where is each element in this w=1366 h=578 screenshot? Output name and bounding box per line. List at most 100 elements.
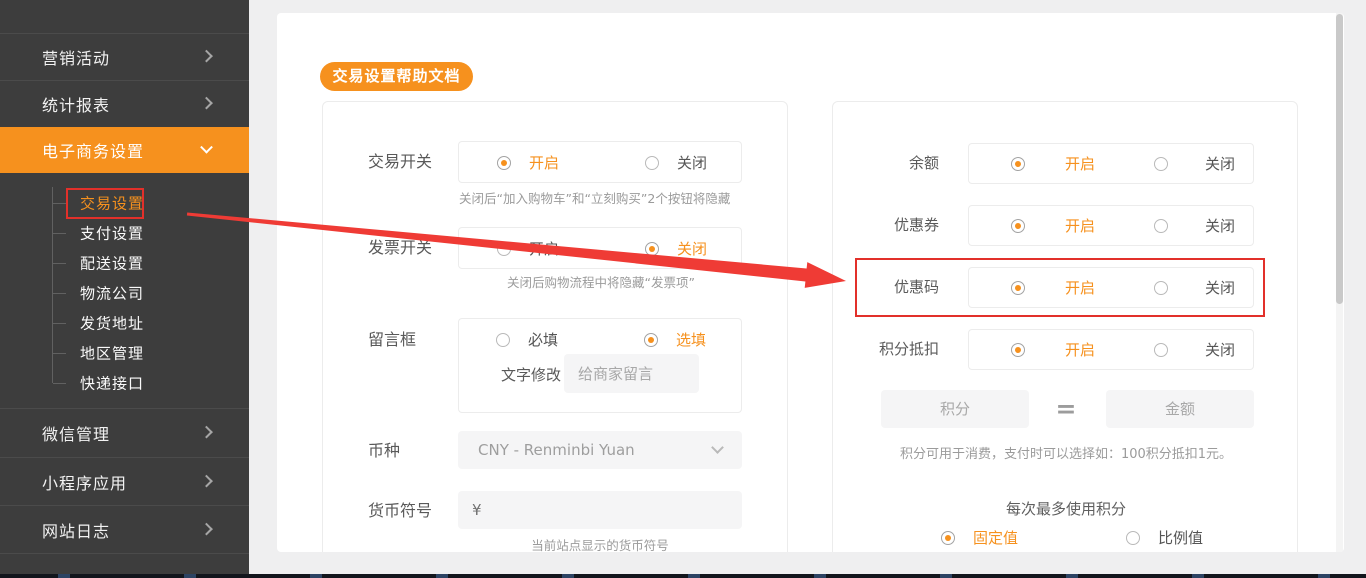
balance-group: 开启 关闭 [968,143,1254,184]
sidebar: 营销活动 统计报表 电子商务设置 交易设置 支付设置 配送设置 物流公司 发货地… [0,0,249,574]
sidebar-subitem-shipping-address[interactable]: 发货地址 [0,308,249,338]
invoice-switch-off-radio[interactable] [645,242,659,256]
subitem-label: 快递接口 [80,374,145,393]
chevron-down-icon [711,441,724,454]
subitem-label: 支付设置 [80,224,145,243]
sidebar-subitem-region-management[interactable]: 地区管理 [0,338,249,368]
sidebar-item-label: 网站日志 [42,521,111,541]
message-required-radio[interactable] [496,333,510,347]
points-on-label[interactable]: 开启 [1065,340,1095,360]
coupon-on-radio[interactable] [1011,219,1025,233]
balance-off-radio[interactable] [1154,157,1168,171]
points-deduction-label: 积分抵扣 [878,340,939,358]
currency-select[interactable]: CNY - Renminbi Yuan [458,431,742,469]
coupon-code-off-label[interactable]: 关闭 [1205,278,1235,298]
trade-switch-group: 开启 关闭 [458,141,742,183]
max-points-fixed-label[interactable]: 固定值 [973,528,1018,548]
main-content-card: 交易设置帮助文档 交易开关 开启 关闭 关闭后“加入购物车”和“立刻购买”2个按… [277,13,1344,552]
message-edit-input[interactable] [564,354,699,393]
subitem-label: 交易设置 [80,194,145,213]
subitem-label: 配送设置 [80,254,145,273]
balance-on-radio[interactable] [1011,157,1025,171]
max-points-title: 每次最多使用积分 [1005,500,1126,518]
sidebar-subitem-delivery-settings[interactable]: 配送设置 [0,248,249,278]
max-points-ratio-label[interactable]: 比例值 [1158,528,1203,548]
message-optional-label[interactable]: 选填 [676,330,706,350]
trade-switch-on-radio[interactable] [497,156,511,170]
subitem-label: 物流公司 [80,284,145,303]
points-on-radio[interactable] [1011,343,1025,357]
sidebar-item-label: 电子商务设置 [42,142,145,161]
trade-settings-panel: 交易开关 开启 关闭 关闭后“加入购物车”和“立刻购买”2个按钮将隐藏 发票开关… [322,101,788,552]
trade-switch-off-radio[interactable] [645,156,659,170]
currency-symbol-label: 货币符号 [368,501,433,520]
currency-symbol-input[interactable] [458,491,742,529]
currency-select-value: CNY - Renminbi Yuan [478,441,635,459]
balance-on-label[interactable]: 开启 [1065,154,1095,174]
sidebar-bottom-cut-row [0,553,249,574]
points-exchange-hint: 积分可用于消费，支付时可以选择如：100积分抵扣1元。 [899,447,1233,462]
coupon-code-on-radio[interactable] [1011,281,1025,295]
invoice-switch-label: 发票开关 [368,238,433,257]
coupon-code-group: 开启 关闭 [968,267,1254,308]
sidebar-subitem-trade-settings[interactable]: 交易设置 [0,188,249,218]
amount-input[interactable] [1106,390,1254,428]
subitem-label: 发货地址 [80,314,145,333]
balance-off-label[interactable]: 关闭 [1205,154,1235,174]
coupon-code-on-label[interactable]: 开启 [1065,278,1095,298]
message-optional-radio[interactable] [644,333,658,347]
sidebar-item-label: 营销活动 [42,49,111,68]
sidebar-item-label: 微信管理 [42,425,111,444]
message-box-label: 留言框 [368,330,417,349]
sidebar-item-label: 小程序应用 [42,473,128,493]
sidebar-item-marketing[interactable]: 营销活动 [0,33,249,80]
coupon-group: 开启 关闭 [968,205,1254,246]
sidebar-subitem-express-interface[interactable]: 快递接口 [0,368,249,398]
sidebar-item-ecommerce-settings[interactable]: 电子商务设置 [0,127,249,173]
chevron-right-icon [200,49,213,63]
coupon-on-label[interactable]: 开启 [1065,216,1095,236]
page: 营销活动 统计报表 电子商务设置 交易设置 支付设置 配送设置 物流公司 发货地… [0,0,1366,578]
invoice-switch-on-label[interactable]: 开启 [529,239,559,259]
chevron-right-icon [200,96,213,110]
coupon-off-radio[interactable] [1154,219,1168,233]
trade-settings-help-button[interactable]: 交易设置帮助文档 [320,62,473,91]
taskbar-strip [0,574,1366,578]
invoice-switch-hint: 关闭后购物流程中将隐藏“发票项” [507,275,695,290]
card-scrollbar-thumb[interactable] [1336,14,1343,304]
discount-settings-panel: 余额 开启 关闭 优惠券 开启 关闭 优惠码 开启 关闭 积分抵扣 开启 关闭 … [832,101,1298,552]
subitem-label: 地区管理 [80,344,145,363]
invoice-switch-group: 开启 关闭 [458,227,742,269]
points-input[interactable] [881,390,1029,428]
max-points-ratio-radio[interactable] [1126,531,1140,545]
balance-label: 余额 [908,154,939,172]
sidebar-subitem-payment-settings[interactable]: 支付设置 [0,218,249,248]
equals-sign: = [1055,394,1077,423]
points-deduction-group: 开启 关闭 [968,329,1254,370]
chevron-down-icon [200,140,213,154]
invoice-switch-off-label[interactable]: 关闭 [677,239,707,259]
chevron-right-icon [200,474,213,487]
trade-switch-label: 交易开关 [368,152,433,171]
sidebar-top-cut-row [0,0,249,33]
coupon-code-off-radio[interactable] [1154,281,1168,295]
invoice-switch-on-radio[interactable] [497,242,511,256]
trade-switch-off-label[interactable]: 关闭 [677,153,707,173]
message-required-label[interactable]: 必填 [528,330,558,350]
trade-switch-on-label[interactable]: 开启 [529,153,559,173]
coupon-off-label[interactable]: 关闭 [1205,216,1235,236]
chevron-right-icon [200,425,213,439]
sidebar-subitem-logistics-company[interactable]: 物流公司 [0,278,249,308]
sidebar-item-wechat[interactable]: 微信管理 [0,408,249,457]
currency-label: 币种 [368,441,401,460]
coupon-label: 优惠券 [893,216,939,234]
points-off-label[interactable]: 关闭 [1205,340,1235,360]
currency-symbol-hint: 当前站点显示的货币符号 [531,538,669,552]
sidebar-item-reports[interactable]: 统计报表 [0,80,249,127]
sidebar-item-site-logs[interactable]: 网站日志 [0,505,249,553]
sidebar-item-label: 统计报表 [42,96,111,115]
sidebar-item-miniprogram[interactable]: 小程序应用 [0,457,249,505]
points-off-radio[interactable] [1154,343,1168,357]
chevron-right-icon [200,522,213,535]
max-points-fixed-radio[interactable] [941,531,955,545]
